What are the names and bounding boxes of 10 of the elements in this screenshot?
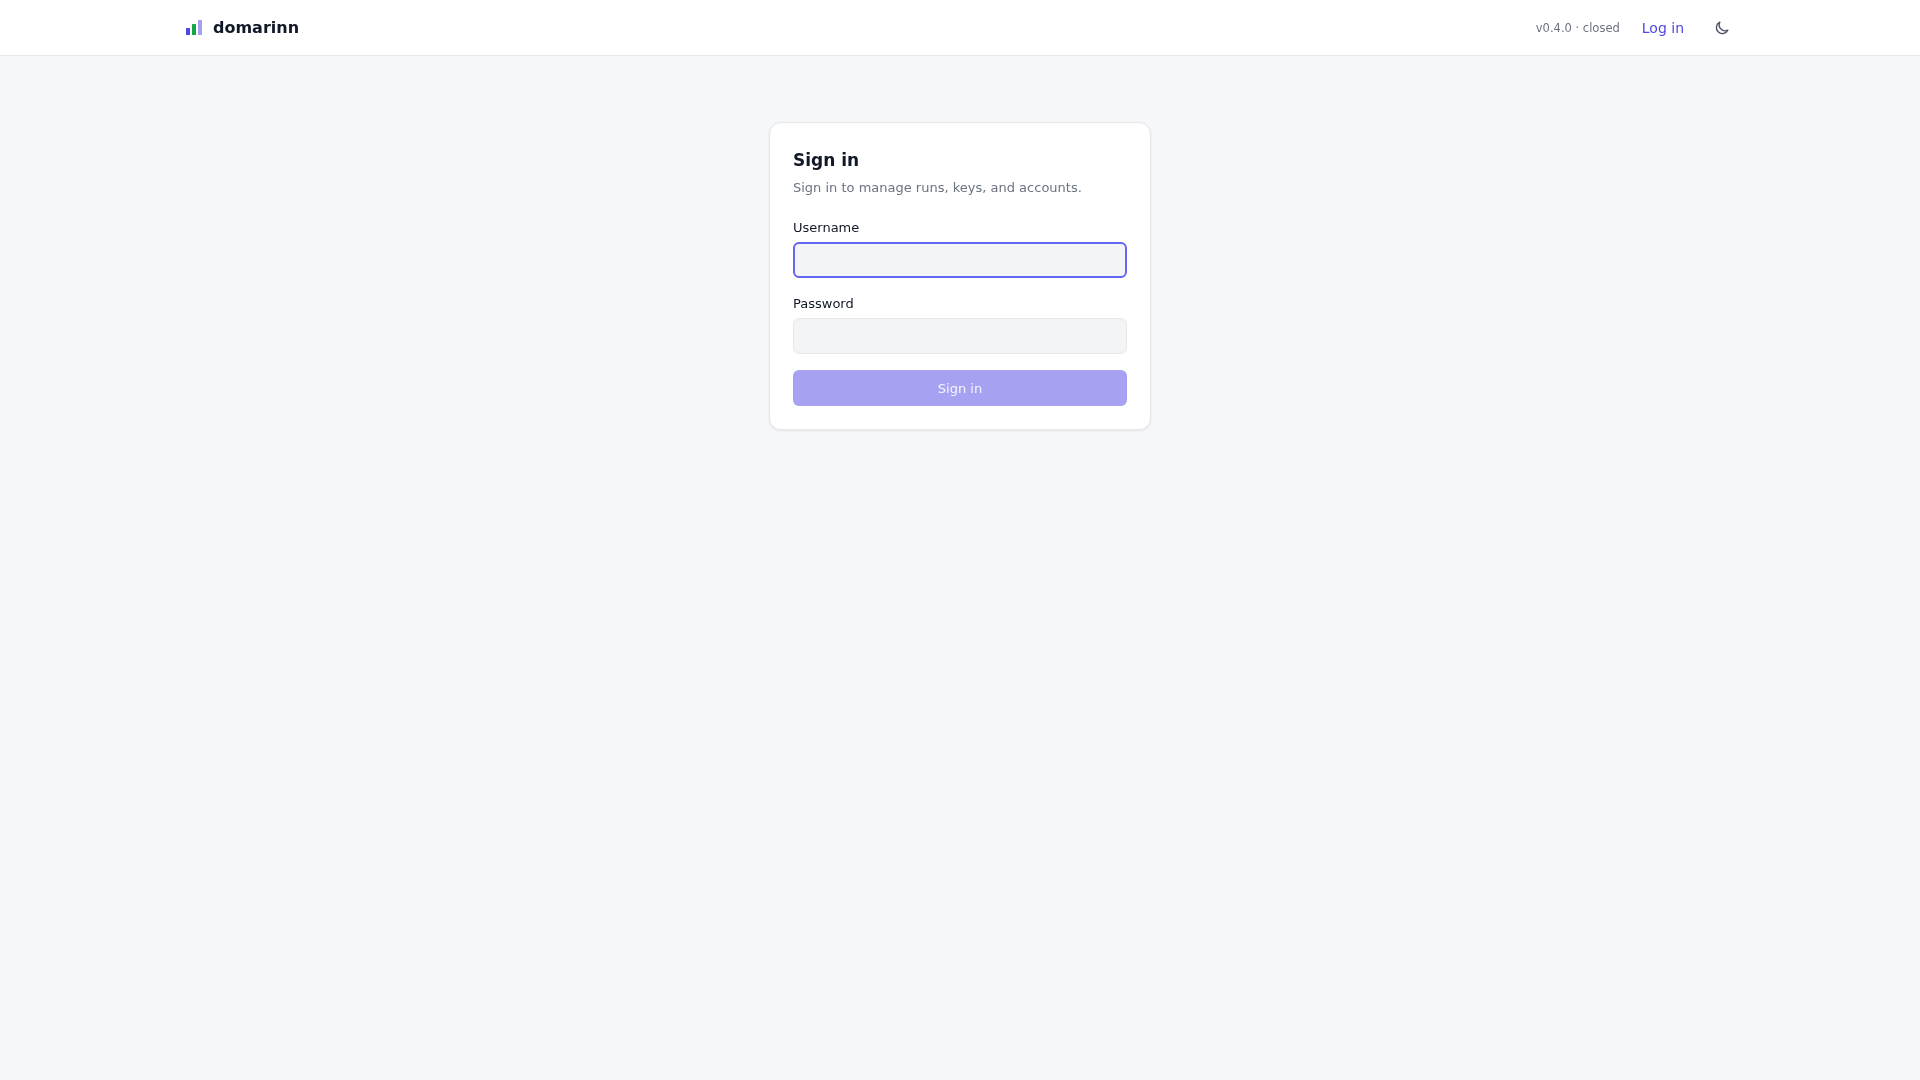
field-label: Password	[793, 295, 854, 313]
bar-chart-icon	[186, 20, 202, 35]
log-in-link[interactable]: Log in	[1641, 19, 1684, 36]
card-subtitle: Sign in to manage runs, keys, and accounts.	[793, 179, 1083, 197]
moon-icon	[1714, 19, 1730, 36]
brand-name[interactable]: domarinn	[213, 18, 300, 37]
input-field[interactable]	[793, 242, 1127, 278]
card-title: Sign in	[793, 149, 861, 172]
version-status-text: v0.4.0 · closed	[1535, 20, 1620, 35]
field-label: Username	[793, 219, 860, 237]
